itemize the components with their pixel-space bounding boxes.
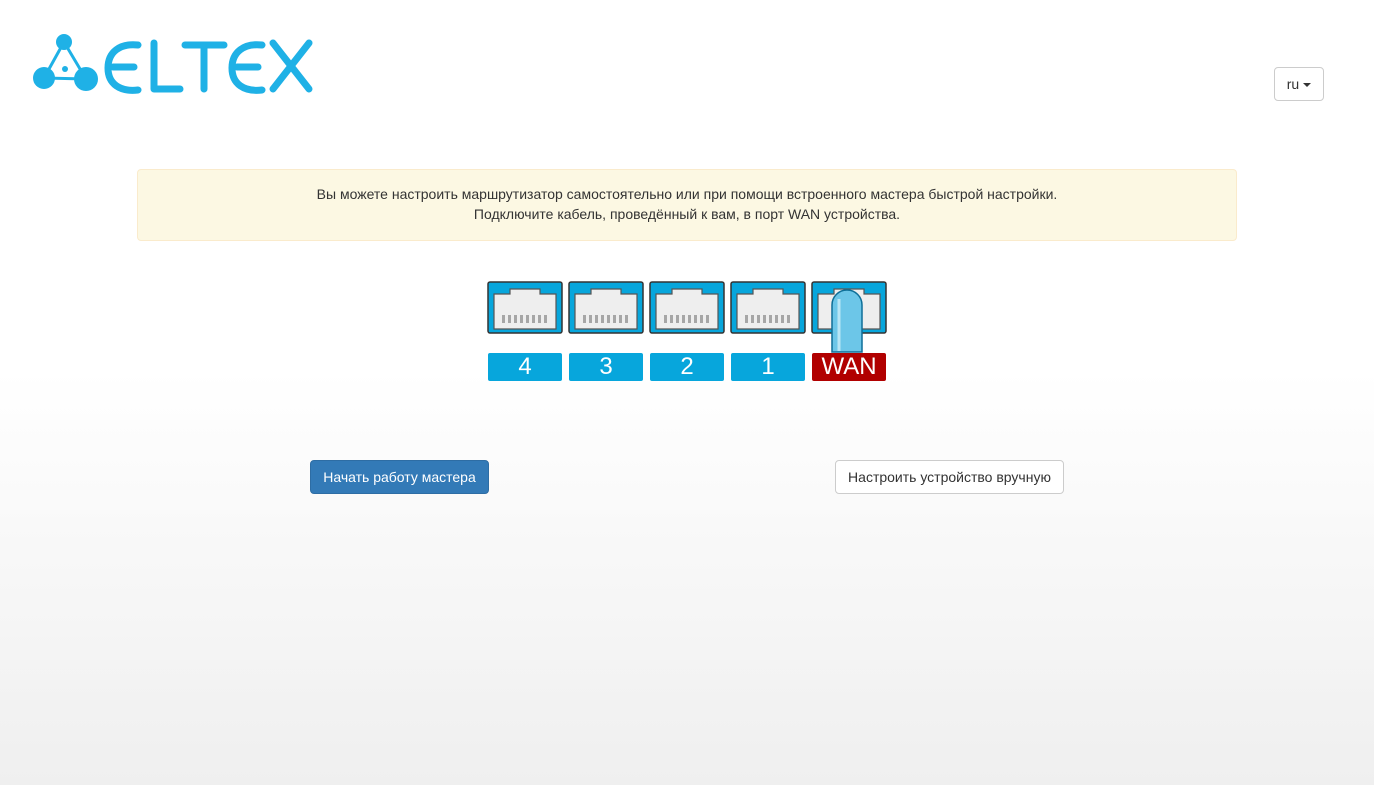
port-label: 1 [731, 353, 805, 381]
port-diagram: 4 3 2 1 WAN [487, 281, 887, 383]
eltex-logo [30, 32, 320, 96]
eltex-logo-graphic [33, 34, 313, 94]
caret-down-icon [1303, 82, 1312, 87]
alert-line-2: Подключите кабель, проведённый к вам, в … [473, 206, 901, 222]
ethernet-port-icon [487, 281, 563, 334]
ethernet-port-icon [811, 281, 887, 353]
port-label: WAN [812, 353, 886, 381]
ethernet-port-icon [730, 281, 806, 334]
port-label: 4 [488, 353, 562, 381]
port-label: 2 [650, 353, 724, 381]
cable-plug-icon [831, 289, 863, 353]
port-lan-1: 1 [730, 281, 806, 383]
port-lan-2: 2 [649, 281, 725, 383]
info-alert: Вы можете настроить маршрутизатор самост… [137, 169, 1237, 241]
alert-line-1: Вы можете настроить маршрутизатор самост… [316, 186, 1058, 202]
language-dropdown[interactable]: ru [1274, 67, 1324, 101]
manual-setup-button[interactable]: Настроить устройство вручную [835, 460, 1064, 494]
port-label: 3 [569, 353, 643, 381]
ethernet-port-icon [568, 281, 644, 334]
ethernet-port-icon [649, 281, 725, 334]
language-label: ru [1286, 76, 1300, 92]
port-lan-4: 4 [487, 281, 563, 383]
port-wan: WAN [811, 281, 887, 383]
start-wizard-button[interactable]: Начать работу мастера [310, 460, 489, 494]
port-lan-3: 3 [568, 281, 644, 383]
